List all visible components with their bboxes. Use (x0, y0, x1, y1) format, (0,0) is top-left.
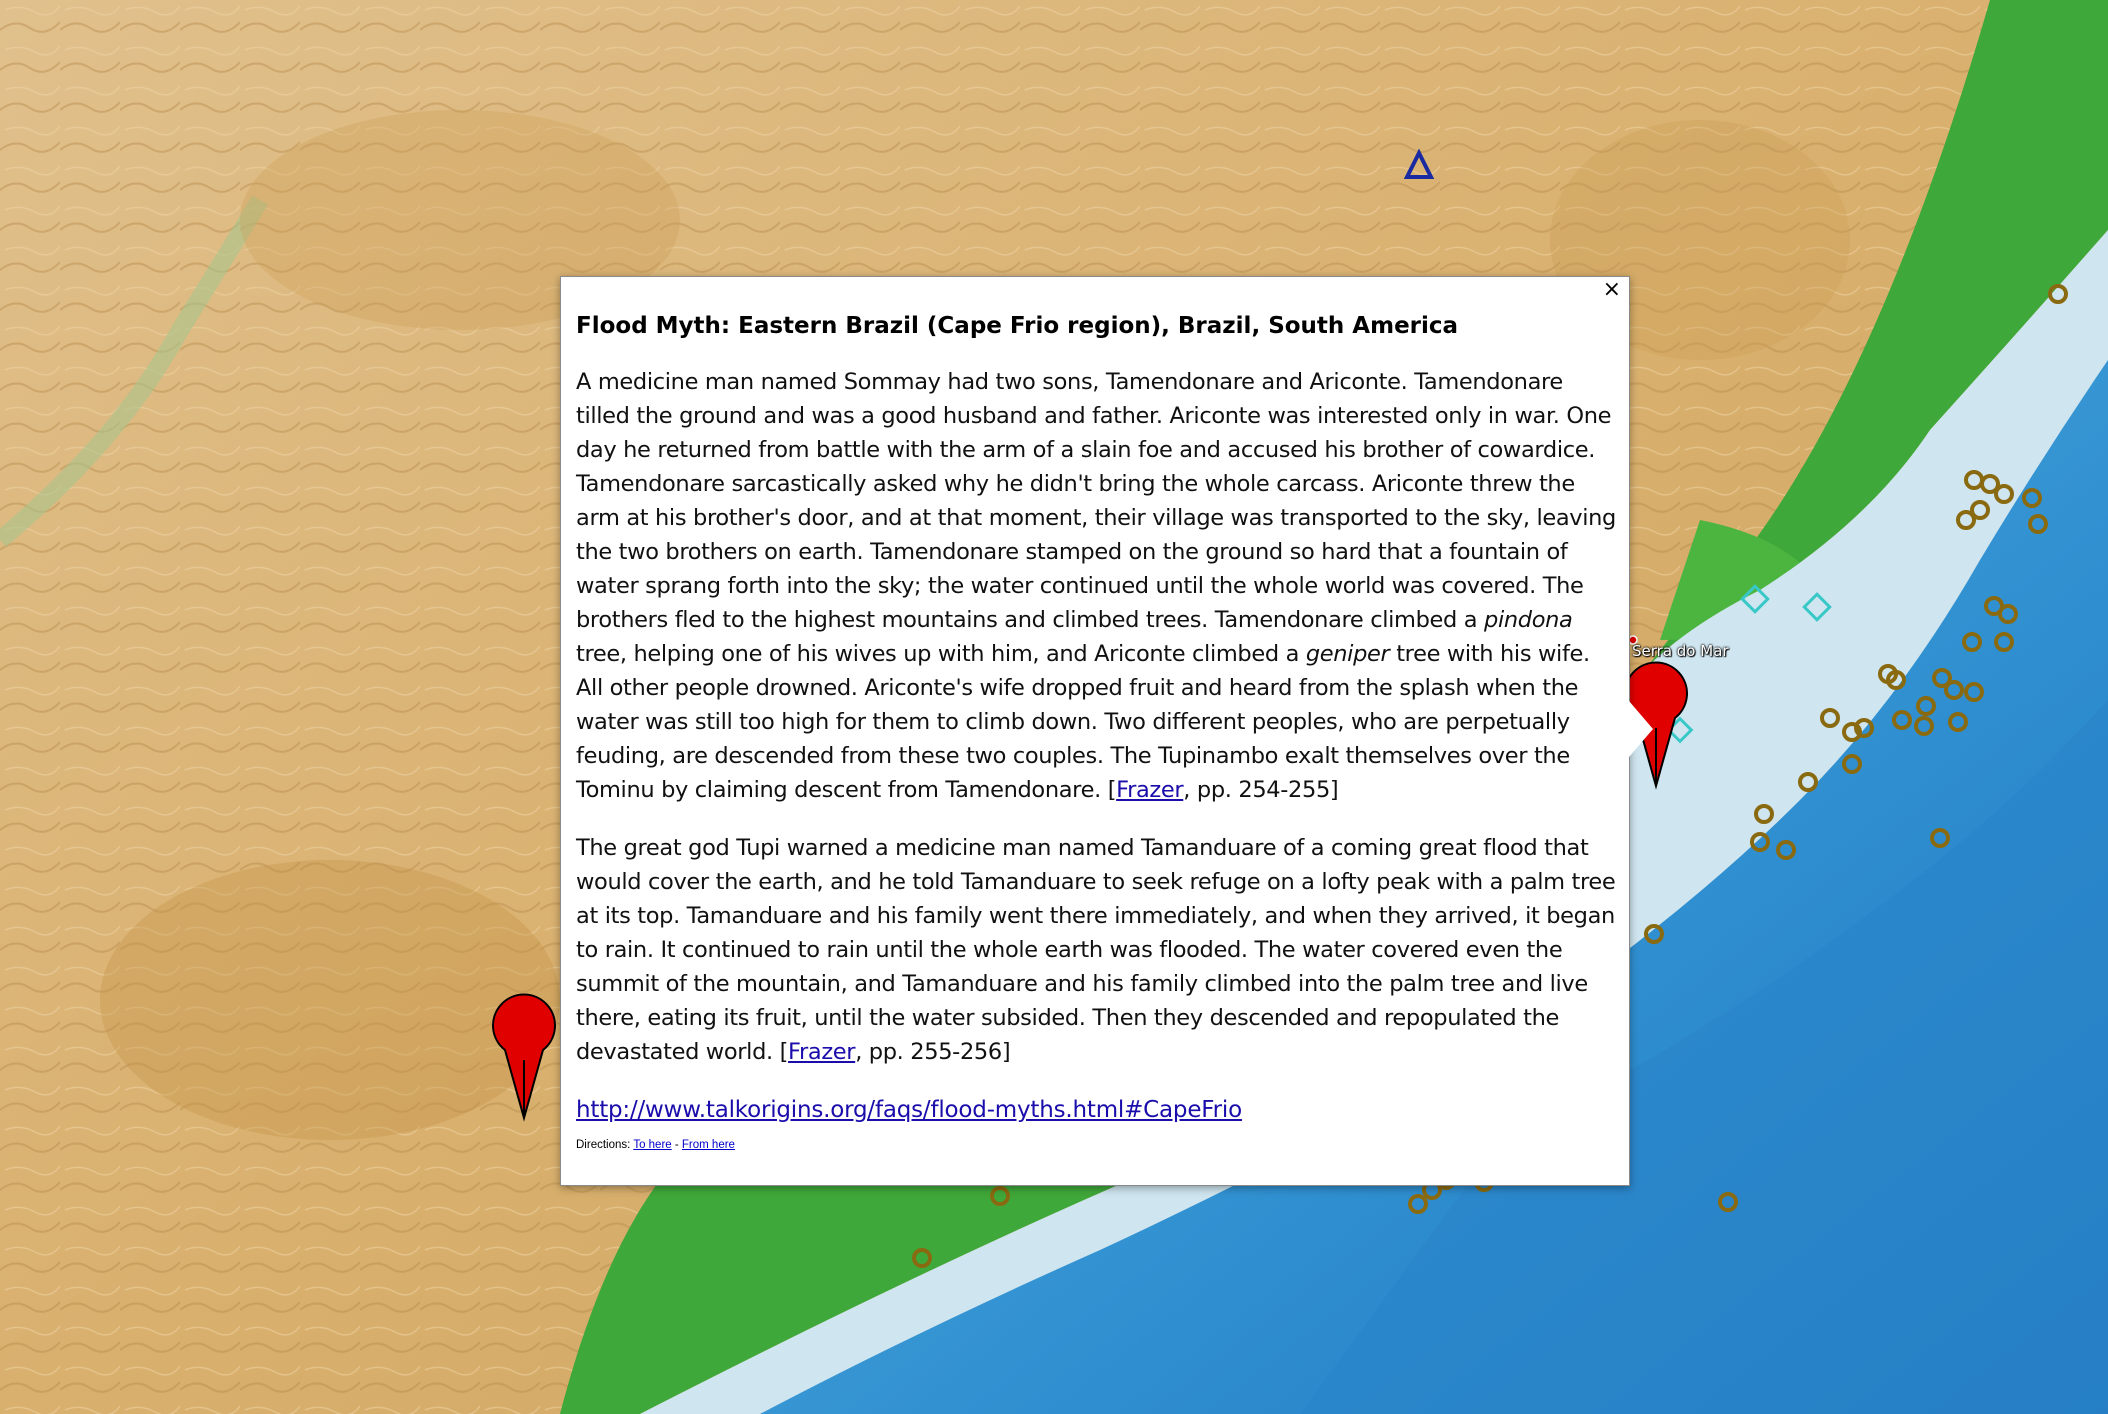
directions-bar: Directions: To here - From here (576, 1139, 735, 1151)
myth-paragraph-1: A medicine man named Sommay had two sons… (576, 369, 1616, 803)
info-window-title: Flood Myth: Eastern Brazil (Cape Frio re… (576, 313, 1459, 339)
close-icon[interactable]: × (1603, 279, 1621, 301)
frazer-link-1[interactable]: Frazer (1116, 777, 1184, 803)
myth-paragraph-2: The great god Tupi warned a medicine man… (576, 835, 1616, 1065)
source-url-link[interactable]: http://www.talkorigins.org/faqs/flood-my… (576, 1097, 1242, 1123)
info-window-content: Flood Myth: Eastern Brazil (Cape Frio re… (576, 313, 1616, 1151)
place-label-serra-do-mar: Serra do Mar (1632, 642, 1729, 660)
info-window-tail (1629, 701, 1653, 757)
frazer-link-2[interactable]: Frazer (788, 1039, 856, 1065)
directions-from-here-link[interactable]: From here (682, 1139, 735, 1151)
directions-to-here-link[interactable]: To here (633, 1139, 671, 1151)
info-window: × Flood Myth: Eastern Brazil (Cape Frio … (560, 276, 1653, 1186)
